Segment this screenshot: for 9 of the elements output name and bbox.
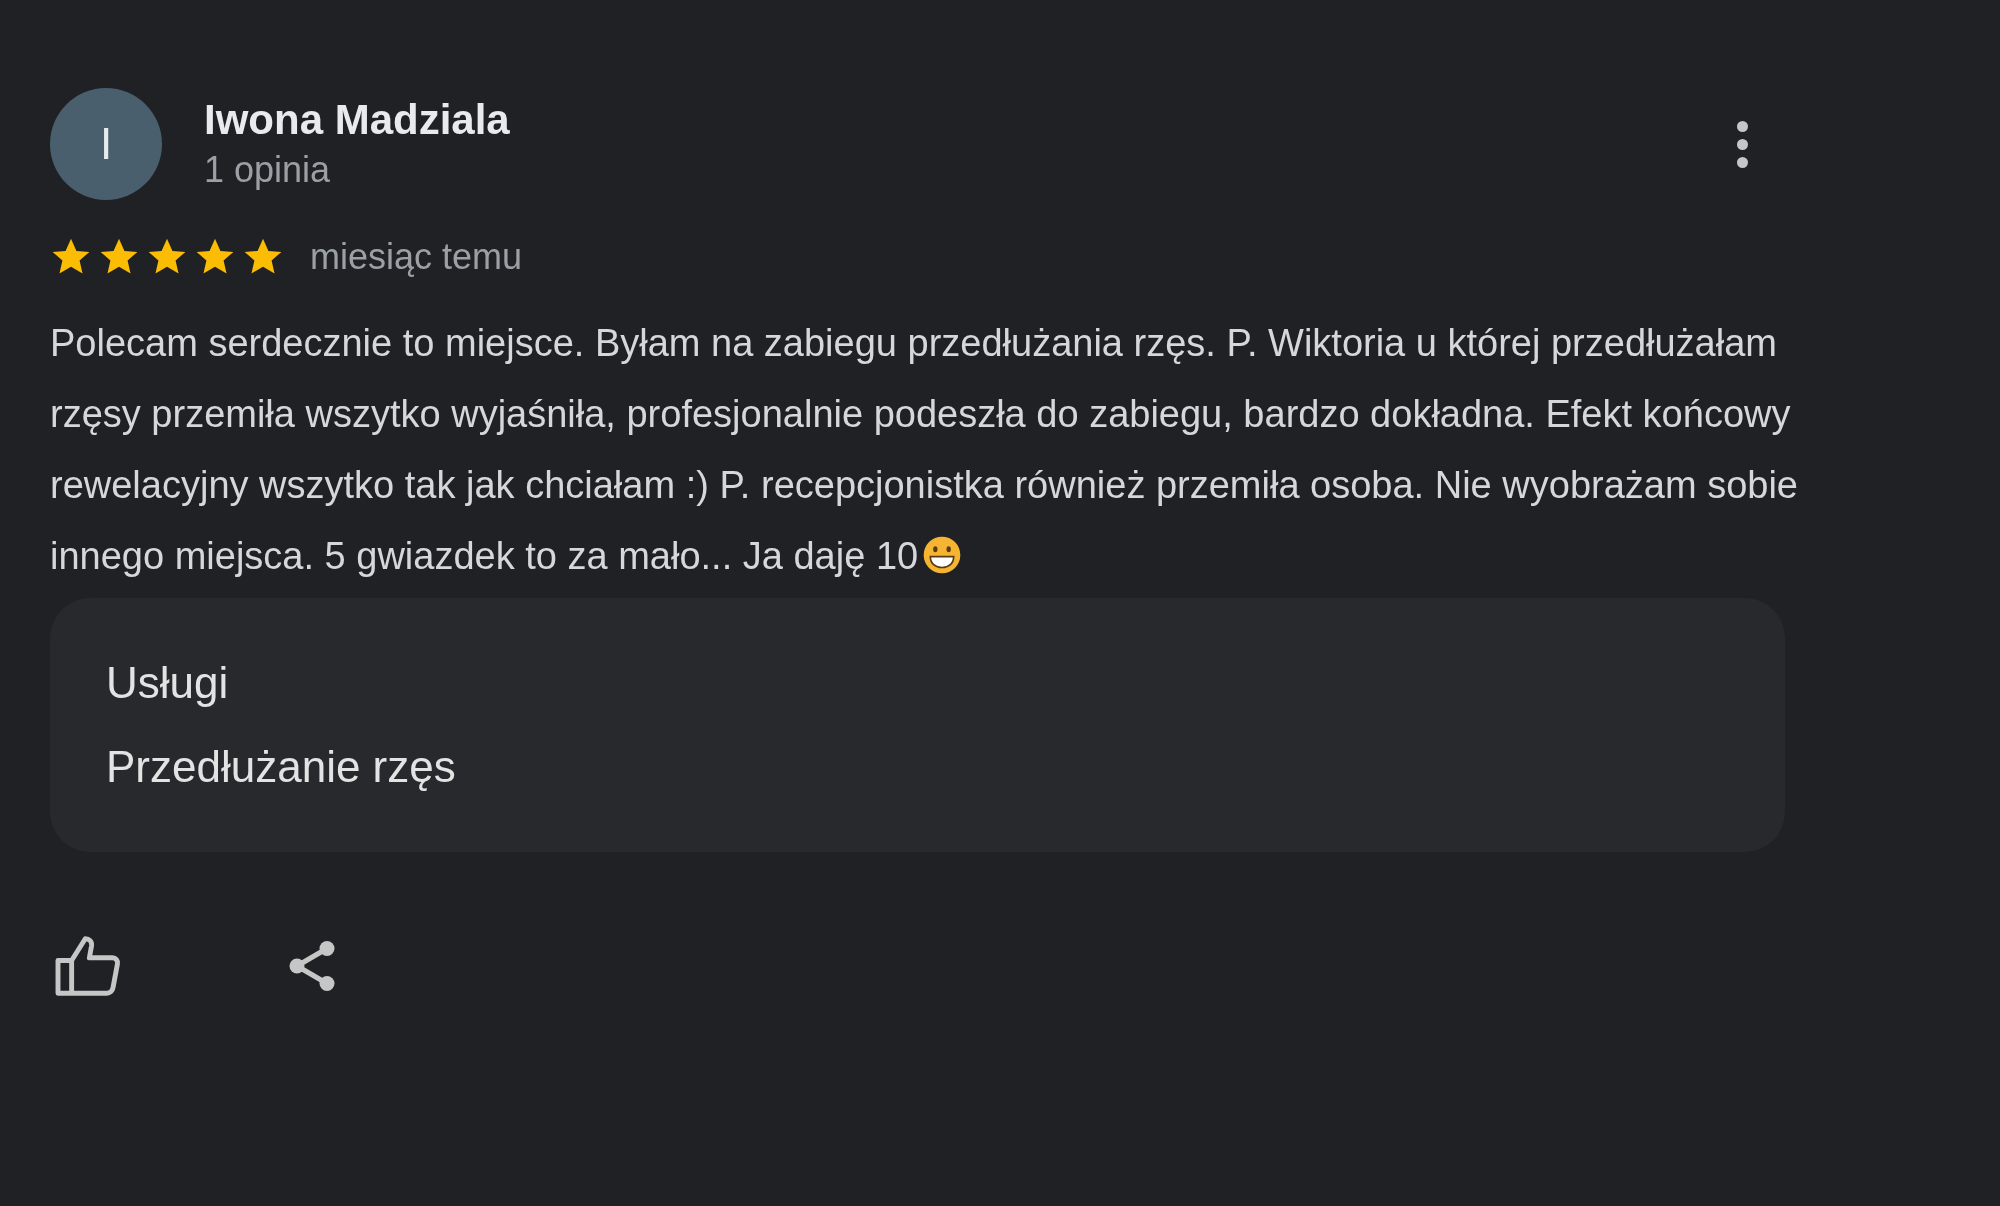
details-heading: Usługi xyxy=(106,657,230,709)
grinning-emoji-icon xyxy=(922,535,963,575)
review-count: 1 opinia xyxy=(204,148,332,192)
author-name[interactable]: Iwona Madziala xyxy=(204,94,1733,146)
review-text: Polecam serdecznie to miejsce. Byłam na zabiegu przedłużania rzęs. P. Wiktoria u której przedłużałam rzęsy przemiła wszytko wyjaśniła, profesjonalnie podeszła do zabiegu, bardzo dokładna. Efekt końcowy rewelacyjny wszytko tak jak chciałam :) P. recepcjonistka również przemiła osoba. Nie wyobrażam sobie innego miejsca. 5 gwiazdek to za mało... Ja daję 10 xyxy=(50,321,1799,579)
thumbs-up-icon[interactable] xyxy=(54,936,122,996)
review-time: miesiąc temu xyxy=(310,235,523,279)
details-value: Przedłużanie rzęs xyxy=(106,741,457,793)
avatar: I xyxy=(50,88,162,200)
